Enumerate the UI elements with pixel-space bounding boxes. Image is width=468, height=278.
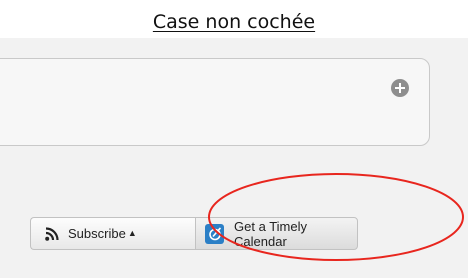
subscribe-button[interactable]: Subscribe ▲ bbox=[30, 217, 195, 250]
screenshot-area: Subscribe ▲ Get a Timely Calendar bbox=[0, 38, 468, 278]
content-panel bbox=[0, 58, 430, 146]
get-timely-calendar-label: Get a Timely Calendar bbox=[234, 218, 307, 249]
rss-icon bbox=[45, 226, 59, 241]
annotation-caption: Case non cochée bbox=[152, 11, 316, 33]
add-button[interactable] bbox=[391, 79, 409, 97]
caret-up-icon: ▲ bbox=[127, 227, 137, 238]
plus-circle-icon bbox=[395, 83, 405, 93]
get-timely-calendar-button[interactable]: Get a Timely Calendar bbox=[195, 217, 358, 250]
subscribe-label: Subscribe bbox=[68, 226, 126, 241]
timely-logo-icon bbox=[205, 223, 225, 244]
